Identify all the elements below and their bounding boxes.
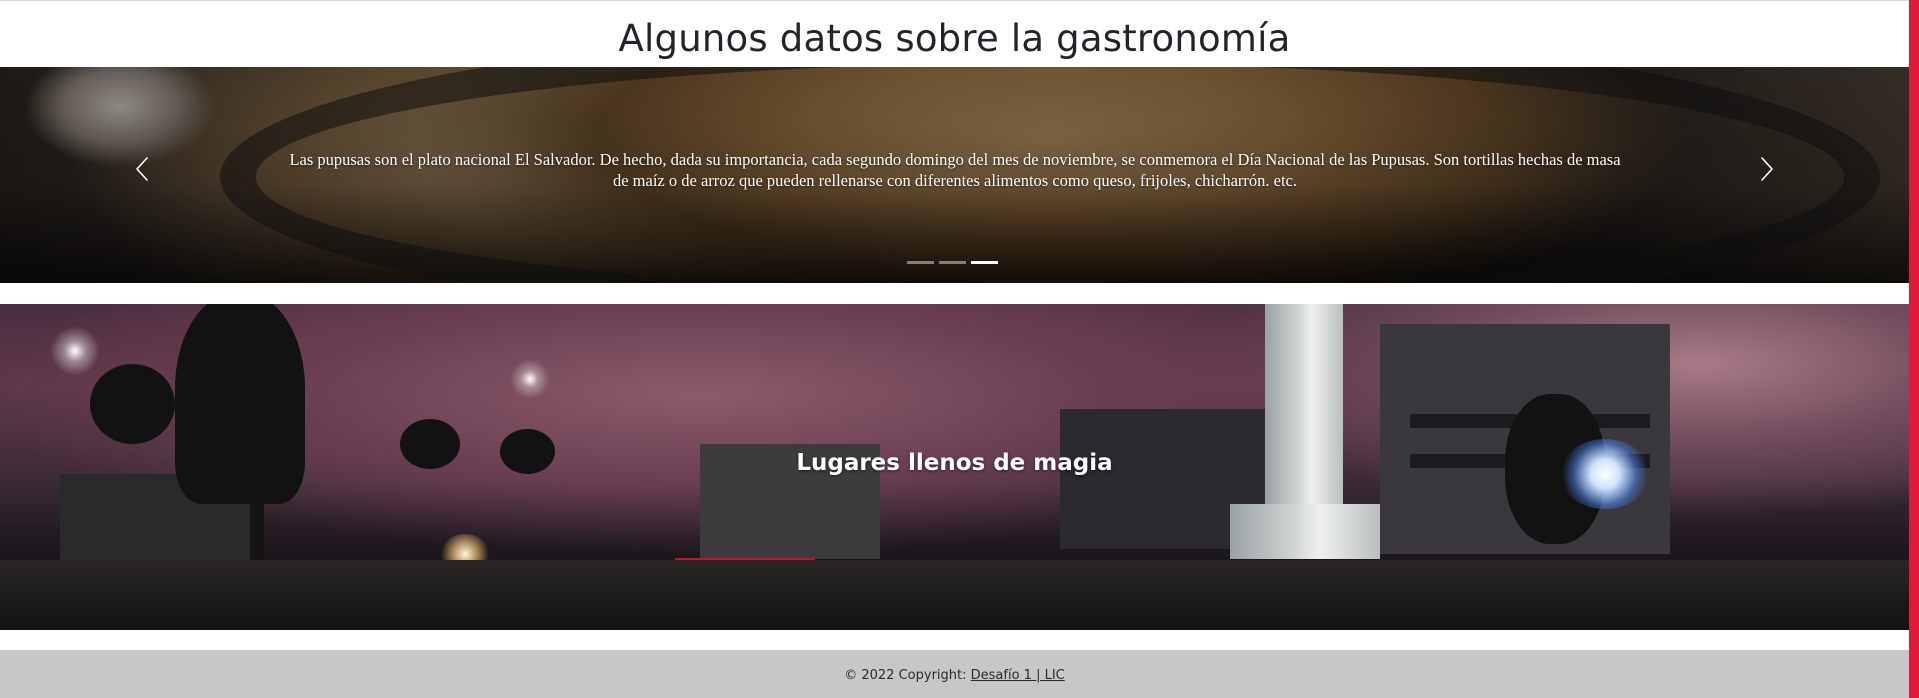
- footer-copyright: © 2022 Copyright: Desafío 1 | LIC: [844, 668, 1064, 683]
- chevron-left-icon: [136, 157, 148, 181]
- footer-copyright-prefix: © 2022 Copyright:: [844, 668, 971, 683]
- top-divider: [0, 0, 1909, 1]
- carousel-next-button[interactable]: [1746, 149, 1786, 189]
- places-heading: Lugares llenos de magia: [796, 450, 1113, 476]
- scenery-light: [50, 326, 100, 376]
- carousel-indicator-1[interactable]: [907, 261, 934, 264]
- scenery-monument: [1265, 304, 1343, 524]
- scenery-tree: [90, 364, 175, 444]
- accent-side-bar: [1909, 0, 1919, 698]
- places-banner: Lugares llenos de magia: [0, 304, 1909, 630]
- footer-link[interactable]: Desafío 1 | LIC: [971, 668, 1065, 683]
- page: Algunos datos sobre la gastronomía Las p…: [0, 0, 1909, 698]
- gastronomy-carousel[interactable]: Las pupusas son el plato nacional El Sal…: [0, 67, 1909, 283]
- gastronomy-heading: Algunos datos sobre la gastronomía: [618, 17, 1291, 60]
- scenery-ground: [0, 560, 1909, 630]
- scenery-monument: [1230, 504, 1380, 559]
- scenery-light: [510, 359, 550, 399]
- carousel-indicator-3[interactable]: [971, 261, 998, 264]
- carousel-indicator-2[interactable]: [939, 261, 966, 264]
- carousel-indicators: [907, 256, 1002, 268]
- carousel-prev-button[interactable]: [123, 149, 163, 189]
- footer: © 2022 Copyright: Desafío 1 | LIC: [0, 650, 1909, 698]
- carousel-caption: Las pupusas son el plato nacional El Sal…: [289, 150, 1621, 190]
- chevron-right-icon: [1761, 157, 1773, 181]
